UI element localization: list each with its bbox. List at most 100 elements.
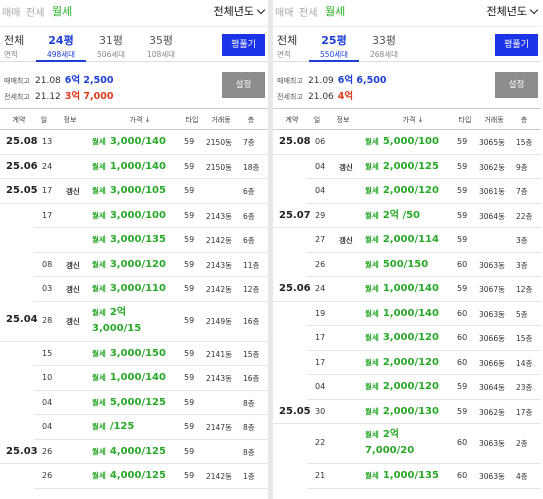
deal-kind: 월세 xyxy=(92,422,106,431)
table-row[interactable]: 15 월세 3,000/150 59 2141동 15층 xyxy=(0,342,268,366)
table-row[interactable]: 03 갱신 월세 3,000/110 59 2142동 12층 xyxy=(0,277,268,302)
year-select-dropdown[interactable]: 전체년도 xyxy=(214,3,266,19)
table-row[interactable]: 17 월세 2,000/120 60 3066동 14층 xyxy=(273,351,541,375)
building-dong: 3063동 xyxy=(479,439,505,448)
deal-tab-0[interactable]: 매매 xyxy=(2,4,20,19)
unit-type: 60 xyxy=(457,438,468,447)
contract-day: 24 xyxy=(315,284,326,293)
table-row[interactable]: 25.03 26 월세 4,000/125 59 8층 xyxy=(0,440,268,464)
deal-tab-2[interactable]: 월세 xyxy=(52,3,72,19)
deal-kind: 월세 xyxy=(92,161,106,171)
table-row[interactable]: 04 월세 2,000/120 59 3061동 7층 xyxy=(273,179,541,204)
table-row[interactable]: 25.08 13 월세 3,000/140 59 2150동 7층 xyxy=(0,130,268,155)
table-row[interactable]: 17 월세 3,000/120 60 3066동 15층 xyxy=(273,326,541,351)
year-select-label: 전체년도 xyxy=(486,5,527,18)
column-header-3[interactable]: 가격 ↓ xyxy=(383,115,443,125)
table-row[interactable]: 25.06 24 월세 1,000/140 59 3067동 12층 xyxy=(273,277,541,302)
rent-price: 월세 500/150 xyxy=(365,257,428,273)
price-main: 5,000/125 xyxy=(109,396,166,408)
table-row[interactable]: 25.04 28 갱신 월세 2억 3,000/15 59 2149동 16층 xyxy=(0,302,268,342)
deal-kind: 월세 xyxy=(365,235,379,244)
size-tab-1[interactable]: 31평 506세대 xyxy=(86,32,136,60)
rent-price: 월세 4,000/125 xyxy=(92,468,166,484)
column-header-2: 정보 xyxy=(63,116,77,124)
table-row[interactable]: 19 월세 1,000/140 60 3063동 5층 xyxy=(273,302,541,326)
deal-tab-2[interactable]: 월세 xyxy=(325,3,345,19)
price-main: 3,000/150 xyxy=(109,347,166,359)
table-row[interactable]: 22 월세 2억 7,000/20 60 3063동 2층 xyxy=(273,424,541,464)
table-row[interactable]: 04 월세 2,000/120 59 3064동 23층 xyxy=(273,375,541,400)
size-tab-0[interactable]: 25평 550세대 xyxy=(309,32,359,62)
row-divider xyxy=(34,487,268,489)
floor: 12층 xyxy=(243,285,260,294)
size-all-label: 전체 xyxy=(4,34,25,47)
size-tab-0[interactable]: 24평 498세대 xyxy=(36,32,86,62)
building-dong: 3063동 xyxy=(479,309,505,319)
building-dong: 2150동 xyxy=(206,138,232,147)
unit-type: 59 xyxy=(457,284,468,293)
column-header-4: 타입 xyxy=(458,116,472,124)
floor: 1층 xyxy=(243,472,255,481)
price-main: 2억 xyxy=(382,429,399,440)
table-row[interactable]: 25.05 30 월세 2,000/130 59 3062동 17층 xyxy=(273,400,541,424)
column-header-3[interactable]: 가격 ↓ xyxy=(110,115,170,125)
table-row[interactable]: 25.08 06 월세 5,000/100 59 3065동 15층 xyxy=(273,130,541,155)
contract-day: 04 xyxy=(315,382,326,391)
table-row[interactable]: 04 월세/125 59 2147동 8층 xyxy=(0,415,268,440)
rent-price: 월세 3,000/120 xyxy=(365,330,439,346)
contract-month: 25.07 xyxy=(279,209,311,221)
table-row[interactable]: 04 갱신 월세 2,000/125 59 3062동 9층 xyxy=(273,155,541,179)
table-row[interactable]: 월세 3,000/135 59 2142동 6층 xyxy=(0,228,268,253)
measure-toggle-button[interactable]: 평풀기 xyxy=(222,34,265,56)
sale-high-date: 21.09 xyxy=(308,76,334,86)
table-row[interactable]: 17 월세 3,000/100 59 2143동 6층 xyxy=(0,204,268,228)
deal-tab-1[interactable]: 전세 xyxy=(26,4,44,19)
rent-price: 월세 3,000/150 xyxy=(92,346,166,362)
table-row[interactable]: 08 갱신 월세 3,000/120 59 2143동 11층 xyxy=(0,253,268,277)
deal-kind: 월세 xyxy=(92,235,106,244)
table-row[interactable]: 25.05 17 갱신 월세 3,000/105 59 6층 xyxy=(0,179,268,204)
table-row[interactable]: 25.06 24 월세 1,000/140 59 2150동 18층 xyxy=(0,155,268,179)
rent-price: 월세 2,000/120 xyxy=(365,379,439,395)
rent-price: 월세 1,000/140 xyxy=(92,159,166,175)
price-main: 2,000/120 xyxy=(382,381,439,392)
contract-day: 26 xyxy=(42,446,53,456)
size-all-tab[interactable]: 전체 면적 xyxy=(277,32,307,60)
table-row[interactable]: 21 월세 1,000/135 60 3063동 4층 xyxy=(273,464,541,489)
settings-button[interactable]: 설정 xyxy=(222,72,265,98)
rent-price: 월세 2,000/125 xyxy=(365,159,439,175)
deal-kind: 월세 xyxy=(365,471,379,480)
deal-kind: 월세 xyxy=(365,430,379,439)
table-row[interactable]: 27 갱신 월세 2,000/114 59 3층 xyxy=(273,228,541,253)
contract-day: 17 xyxy=(315,333,326,342)
settings-button[interactable]: 설정 xyxy=(495,72,538,98)
building-dong: 3066동 xyxy=(479,358,505,368)
floor: 4층 xyxy=(516,472,528,481)
table-row[interactable]: 25.07 29 월세 2억 /50 59 3064동 22층 xyxy=(273,204,541,228)
chevron-down-icon xyxy=(256,5,266,15)
year-select-dropdown[interactable]: 전체년도 xyxy=(486,3,539,19)
size-tab-1[interactable]: 33평 268세대 xyxy=(359,32,409,60)
size-all-tab[interactable]: 전체 면적 xyxy=(4,32,34,60)
table-row[interactable]: 04 월세 5,000/125 59 8층 xyxy=(0,391,268,415)
rent-price: 월세 2억 7,000/20 xyxy=(365,427,414,459)
chevron-down-icon xyxy=(529,5,539,15)
deal-kind: 월세 xyxy=(92,284,106,293)
jeonse-high-label: 전세최고 xyxy=(4,93,30,101)
renewal-badge: 갱신 xyxy=(66,285,80,294)
deal-kind: 월세 xyxy=(92,471,106,480)
size-tab-households: 498세대 xyxy=(46,50,76,59)
table-row[interactable]: 26 월세 4,000/125 59 2142동 1층 xyxy=(0,464,268,489)
size-tab-2[interactable]: 35평 108세대 xyxy=(136,32,186,60)
deal-tab-1[interactable]: 전세 xyxy=(299,4,317,19)
rent-price: 월세 5,000/100 xyxy=(365,134,439,150)
floor: 7층 xyxy=(243,138,255,147)
table-row[interactable]: 10 월세 1,000/140 59 2143동 16층 xyxy=(0,366,268,391)
measure-toggle-button[interactable]: 평풀기 xyxy=(495,34,538,56)
table-row[interactable]: 26 월세 500/150 60 3063동 3층 xyxy=(273,253,541,277)
contract-day: 04 xyxy=(42,422,53,431)
rent-price: 월세 3,000/120 xyxy=(92,257,166,273)
contract-day: 03 xyxy=(42,284,53,293)
deal-tab-0[interactable]: 매매 xyxy=(275,4,293,19)
renewal-badge: 갱신 xyxy=(339,236,353,245)
